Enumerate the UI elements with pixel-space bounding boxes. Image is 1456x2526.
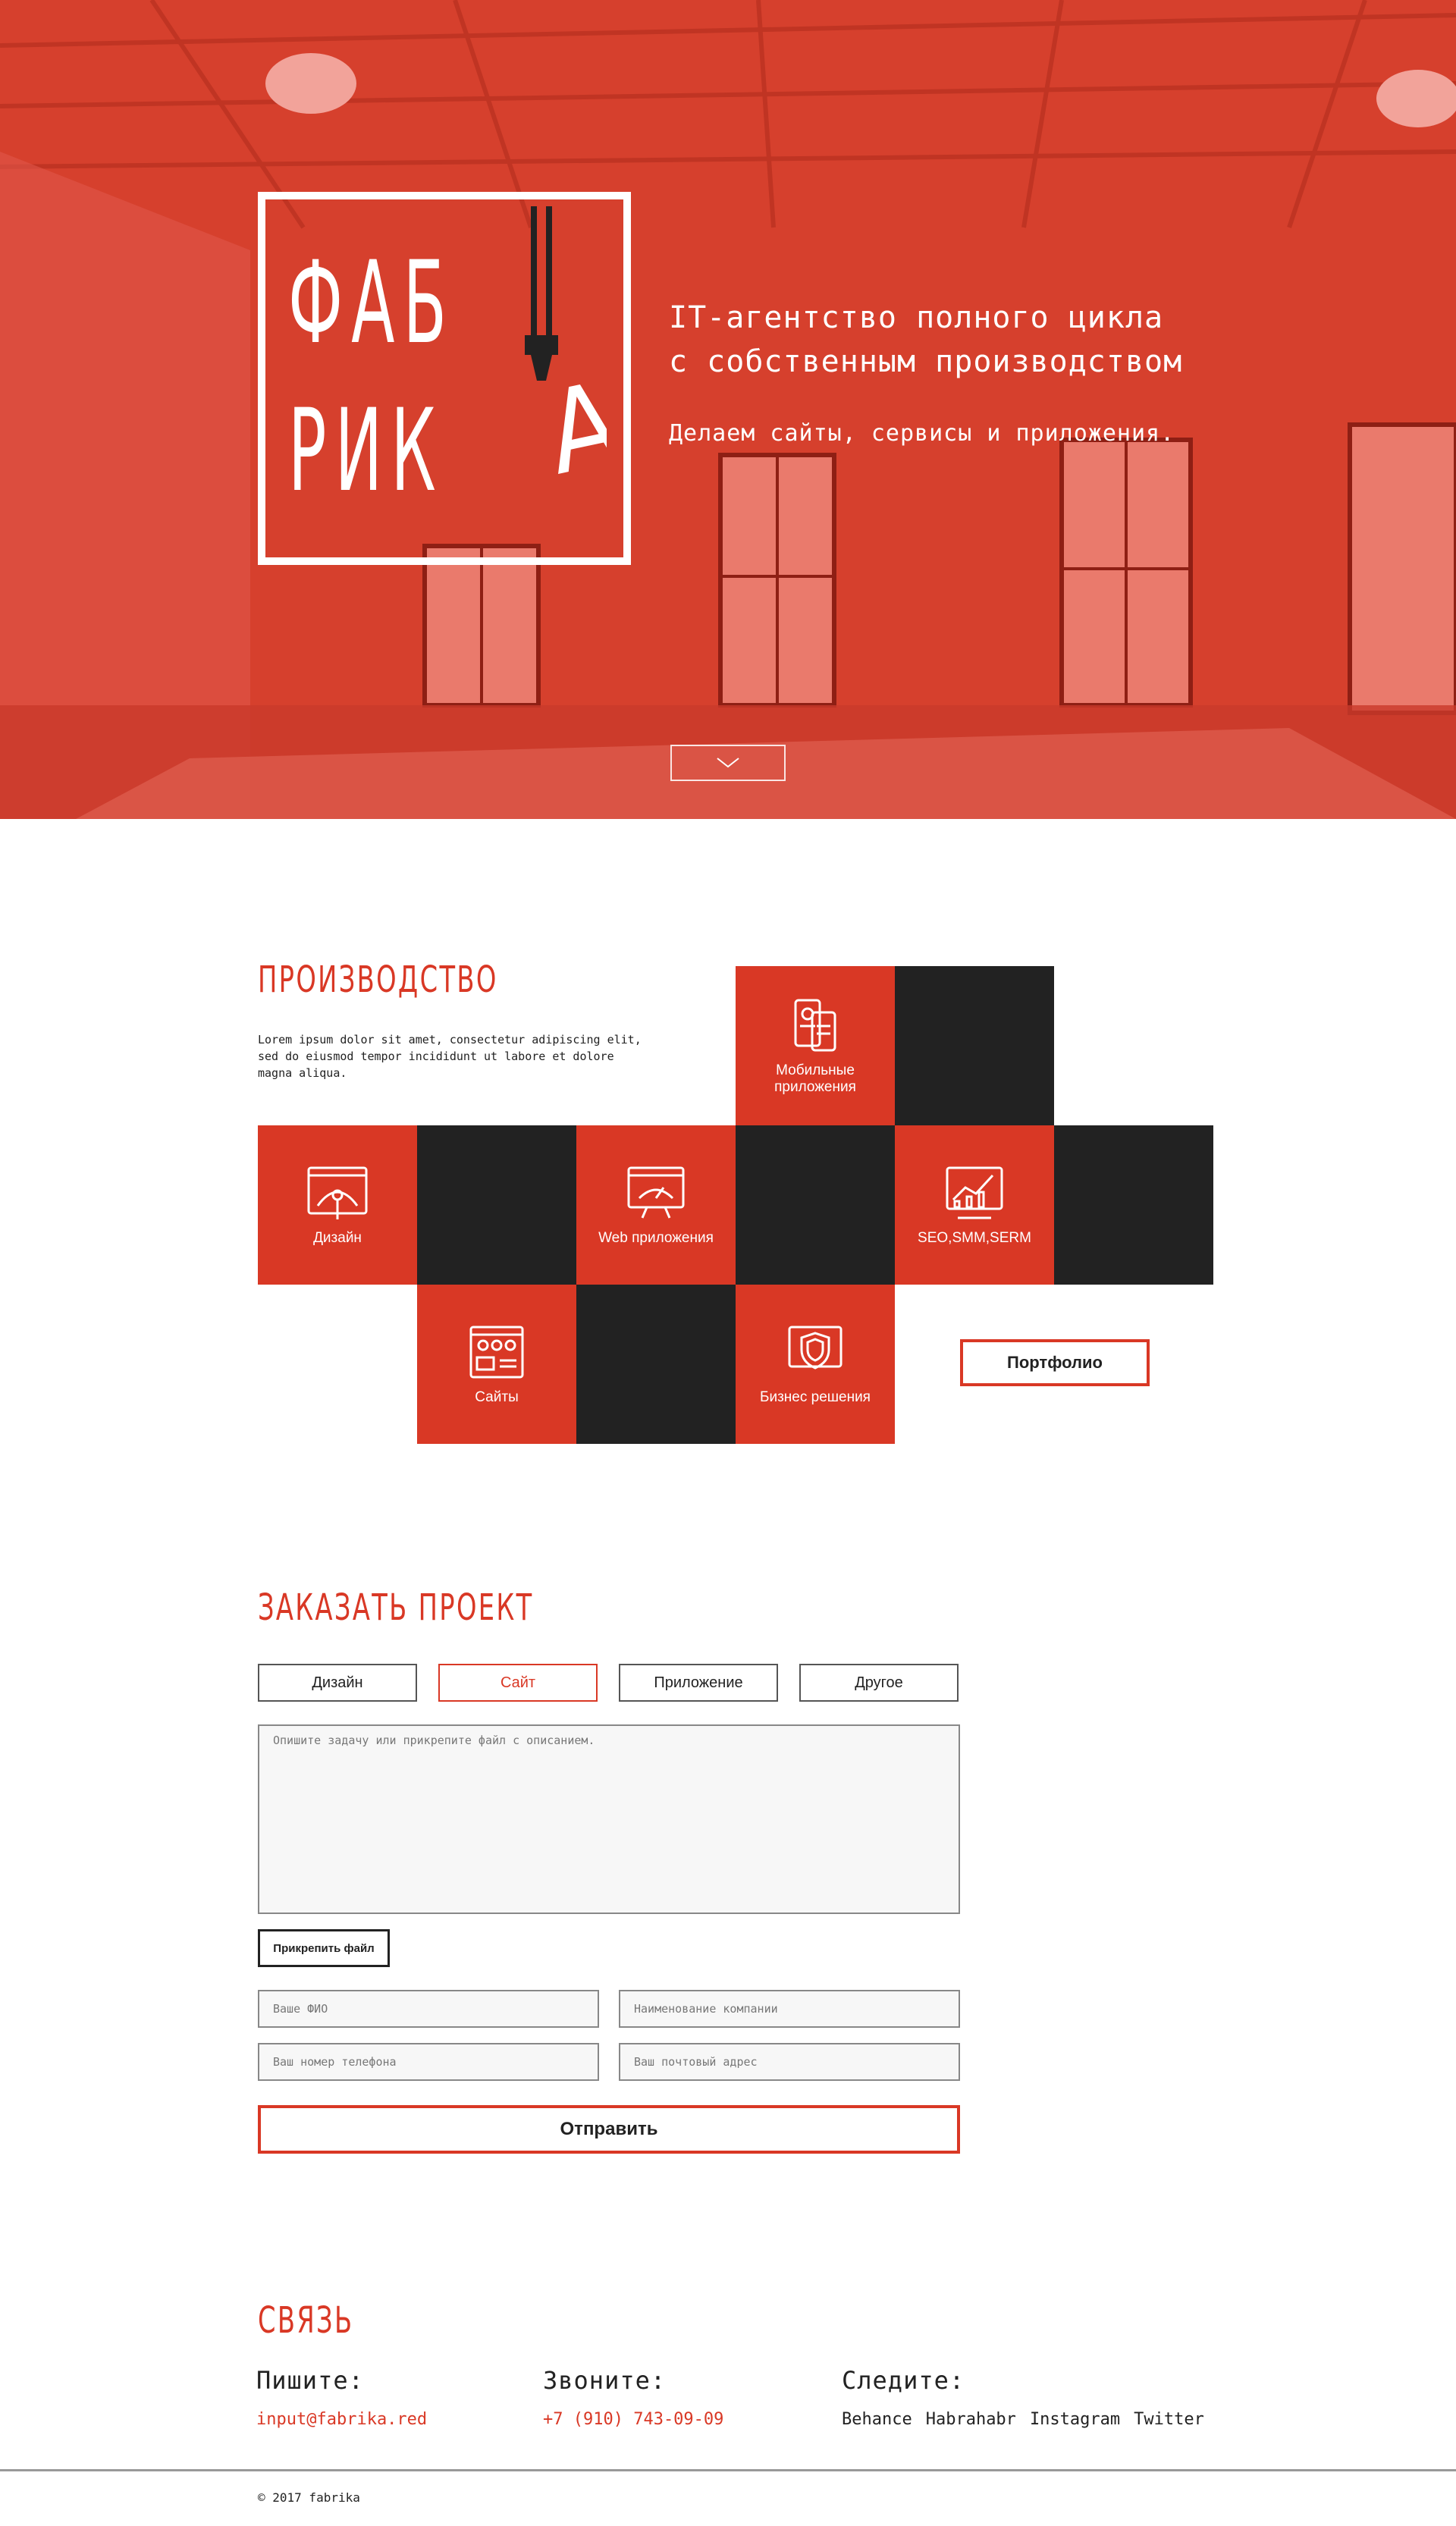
tile-websites[interactable]: Сайты [417, 1285, 576, 1444]
logo-text-line1: ФАБ [288, 237, 456, 369]
tile-label: Web приложения [598, 1230, 714, 1246]
mobile-apps-icon [794, 999, 836, 1052]
copyright-text: © 2017 fabrika [258, 2490, 360, 2505]
tile-label: Дизайн [313, 1230, 362, 1246]
contacts-title: СВЯЗЬ [258, 2299, 354, 2342]
follow-label: Следите: [842, 2366, 965, 2395]
submit-button[interactable]: Отправить [258, 2105, 960, 2154]
social-links: Behance Habrahabr Instagram Twitter [842, 2410, 1204, 2429]
social-link-habrahabr[interactable]: Habrahabr [926, 2410, 1016, 2429]
footer-divider [0, 2469, 1456, 2471]
social-link-behance[interactable]: Behance [842, 2410, 912, 2429]
tile-label: Бизнес решения [760, 1389, 871, 1405]
logo-letter-a: А [535, 357, 607, 500]
portfolio-button[interactable]: Портфолио [960, 1339, 1150, 1386]
phone-field[interactable]: Ваш номер телефона [258, 2043, 599, 2081]
tile-filler [895, 966, 1054, 1125]
analytics-icon [946, 1166, 1003, 1219]
attach-file-button[interactable]: Прикрепить файл [258, 1929, 390, 1967]
tile-web-apps[interactable]: Web приложения [576, 1125, 736, 1285]
option-design[interactable]: Дизайн [258, 1664, 417, 1702]
tagline-line2: с собственным производством [669, 344, 1183, 379]
tile-seo[interactable]: SEO,SMM,SERM [895, 1125, 1054, 1285]
tile-filler [576, 1285, 736, 1444]
tagline-line1: IT-агентство полного цикла [669, 300, 1164, 335]
tile-design[interactable]: Дизайн [258, 1125, 417, 1285]
scroll-down-button[interactable] [670, 745, 786, 781]
tile-mobile-apps[interactable]: Мобильные приложения [736, 966, 895, 1125]
crane-hook-icon: А [525, 206, 607, 500]
option-app[interactable]: Приложение [619, 1664, 778, 1702]
name-field[interactable]: Ваше ФИО [258, 1990, 599, 2028]
call-label: Звоните: [543, 2366, 667, 2395]
logo-text-line2: РИК [288, 385, 444, 517]
tile-label: Мобильные приложения [774, 1062, 856, 1095]
option-other[interactable]: Другое [799, 1664, 959, 1702]
option-site[interactable]: Сайт [438, 1664, 598, 1702]
phone-link[interactable]: +7 (910) 743-09-09 [543, 2410, 723, 2429]
design-icon [307, 1166, 368, 1219]
shield-icon [788, 1326, 843, 1370]
email-link[interactable]: input@fabrika.red [256, 2410, 427, 2429]
tile-business[interactable]: Бизнес решения [736, 1285, 895, 1444]
tile-filler [1054, 1125, 1213, 1285]
hero-section: ФАБ РИК А IT-агентство полного цикла с с… [0, 0, 1456, 819]
write-label: Пишите: [256, 2366, 364, 2395]
websites-icon [469, 1326, 524, 1379]
hero-tagline: IT-агентство полного цикла с собственным… [669, 296, 1182, 384]
order-title: ЗАКАЗАТЬ ПРОЕКТ [258, 1586, 534, 1629]
web-apps-icon [627, 1166, 685, 1219]
production-description: Lorem ipsum dolor sit amet, consectetur … [258, 1033, 642, 1080]
hero-background-image [0, 0, 1456, 819]
tile-filler [736, 1125, 895, 1285]
tile-label: Сайты [475, 1389, 519, 1405]
social-link-instagram[interactable]: Instagram [1030, 2410, 1120, 2429]
hero-subtagline: Делаем сайты, сервисы и приложения. [669, 420, 1175, 447]
description-textarea[interactable]: Опишите задачу или прикрепите файл с опи… [258, 1724, 960, 1914]
email-field[interactable]: Ваш почтовый адрес [619, 2043, 960, 2081]
tile-label: SEO,SMM,SERM [918, 1230, 1031, 1246]
social-link-twitter[interactable]: Twitter [1134, 2410, 1204, 2429]
company-field[interactable]: Наименование компании [619, 1990, 960, 2028]
tile-filler [417, 1125, 576, 1285]
production-title: ПРОИЗВОДСТВО [258, 959, 498, 1001]
chevron-down-icon [717, 758, 739, 768]
